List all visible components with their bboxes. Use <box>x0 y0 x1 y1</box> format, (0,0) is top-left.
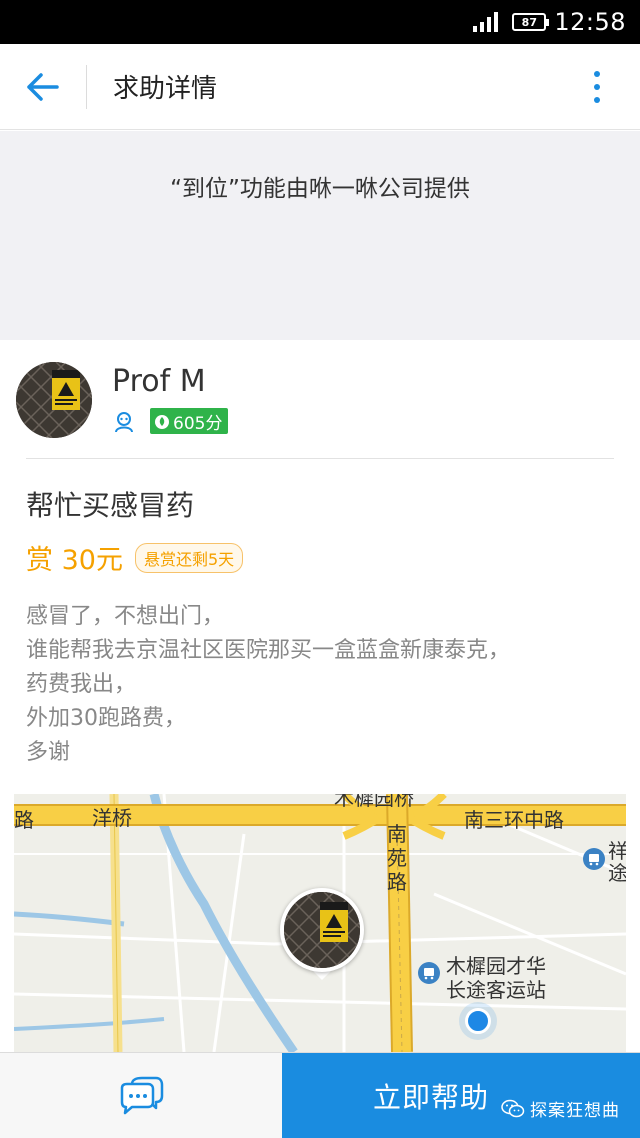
battery-level: 87 <box>521 15 537 29</box>
more-dot-icon <box>594 96 600 103</box>
provider-banner: “到位”功能由咻一咻公司提供 <box>0 131 640 340</box>
current-location-dot <box>465 1008 491 1034</box>
map-label-tu: 途 <box>608 861 626 885</box>
map-user-pin[interactable] <box>280 888 364 972</box>
battery-icon: 87 <box>512 13 550 31</box>
screen: 87 12:58 求助详情 “到位”功能由咻一咻公司提供 Prof M 605分… <box>0 0 640 1138</box>
description-line: 谁能帮我去京温社区医院那买一盒蓝盒新康泰克， <box>26 638 511 663</box>
more-menu-button[interactable] <box>554 44 640 130</box>
map-label-nanyuanlu: 南苑路 <box>387 822 407 894</box>
score-badge: 605分 <box>150 408 229 434</box>
bar-divider <box>86 64 87 109</box>
reward-remaining-badge: 悬赏还剩5天 <box>134 542 244 573</box>
status-bar: 87 12:58 <box>0 0 640 44</box>
back-arrow-icon <box>27 72 59 101</box>
watermark: 探案狂想曲 <box>501 1096 620 1121</box>
location-map[interactable]: 路 洋桥 木樨园桥 南三环中路 南苑路 祥 途 木樨园才华 长途客运站 <box>14 794 626 1052</box>
description-line: 多谢 <box>26 740 71 765</box>
task-title: 帮忙买感冒药 <box>26 489 195 522</box>
user-name[interactable]: Prof M <box>112 364 206 399</box>
map-label-muxiyuan-bridge: 木樨园桥 <box>334 794 414 810</box>
banner-text: “到位”功能由咻一咻公司提供 <box>170 176 470 202</box>
avatar[interactable] <box>16 362 92 438</box>
chat-bubble-icon <box>120 1076 164 1115</box>
map-label-station2: 长途客运站 <box>446 978 546 1002</box>
bus-station-icon <box>418 962 440 984</box>
page-title: 求助详情 <box>113 74 218 104</box>
reward-amount: 赏 30元 <box>26 545 123 576</box>
map-label-station-right: 祥 途 <box>608 840 626 884</box>
chat-button[interactable] <box>0 1053 282 1138</box>
watermark-text: 探案狂想曲 <box>530 1101 620 1121</box>
signal-icon <box>473 12 499 32</box>
more-dot-icon <box>594 83 600 90</box>
description-line: 外加30跑路费， <box>26 706 186 731</box>
flame-icon <box>155 415 169 429</box>
task-description: 感冒了，不想出门， 谁能帮我去京温社区医院那买一盒蓝盒新康泰克， 药费我出， 外… <box>26 600 616 770</box>
map-label-xiang: 祥 <box>608 839 626 863</box>
clock: 12:58 <box>554 8 626 36</box>
help-now-button[interactable]: 立即帮助 探案狂想曲 <box>282 1053 640 1138</box>
description-line: 药费我出， <box>26 672 137 697</box>
profile-section: Prof M 605分 <box>0 340 640 460</box>
score-value: 605分 <box>173 413 223 434</box>
back-button[interactable] <box>0 44 86 130</box>
description-line: 感冒了，不想出门， <box>26 604 225 629</box>
divider <box>26 458 614 459</box>
reward-row: 赏 30元 悬赏还剩5天 <box>26 538 244 577</box>
help-now-label: 立即帮助 <box>372 1081 489 1114</box>
bottom-action-bar: 立即帮助 探案狂想曲 <box>0 1052 640 1138</box>
map-label-yangqiao: 洋桥 <box>92 806 132 830</box>
verified-user-icon <box>115 412 133 433</box>
wechat-logo-icon <box>501 1099 525 1117</box>
bus-station-icon <box>583 848 605 870</box>
map-label-road: 路 <box>14 808 34 832</box>
more-dot-icon <box>594 70 600 77</box>
map-label-nansanhuan: 南三环中路 <box>464 808 564 832</box>
app-bar: 求助详情 <box>0 44 640 130</box>
